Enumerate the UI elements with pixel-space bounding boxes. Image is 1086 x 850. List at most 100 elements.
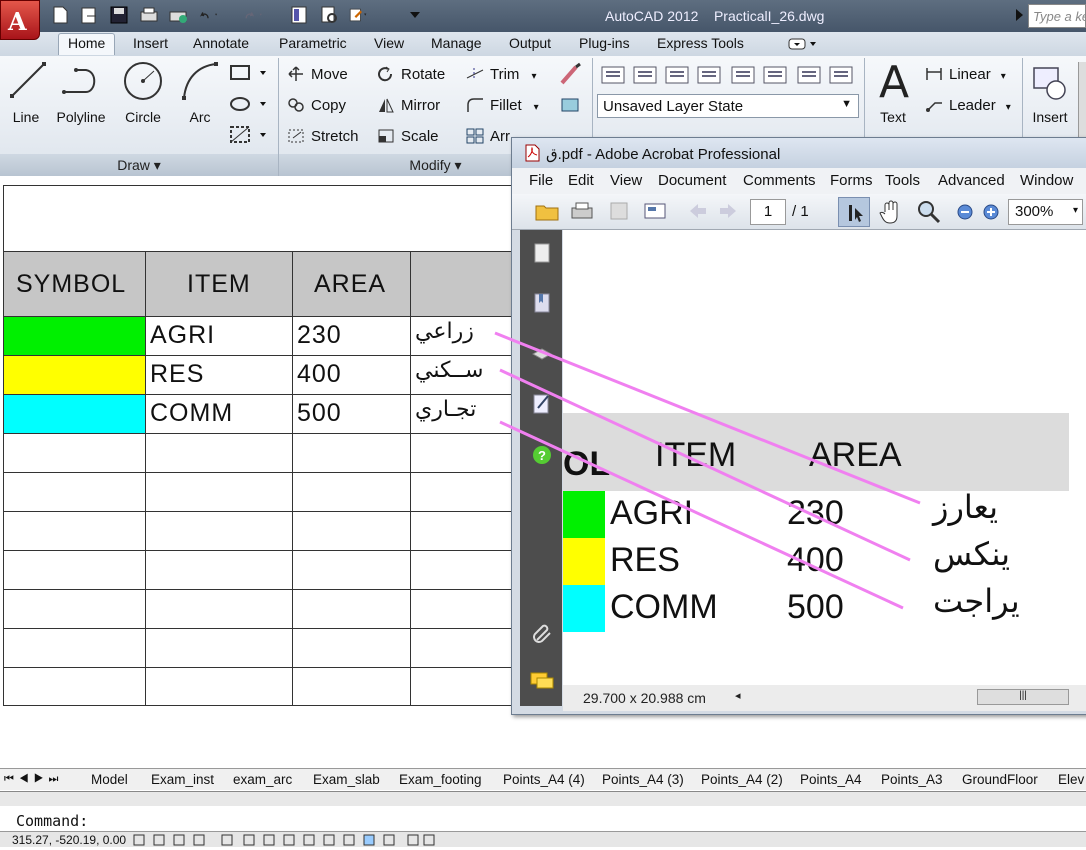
zoom-out-icon[interactable]: [956, 203, 974, 221]
layers-icon[interactable]: [531, 342, 553, 366]
tab-manage[interactable]: Manage: [431, 35, 482, 51]
leader-button[interactable]: Leader ▾: [925, 97, 1011, 114]
menu-forms[interactable]: Forms: [830, 172, 873, 189]
save-icon[interactable]: [608, 200, 630, 222]
mirror-button[interactable]: Mirror: [377, 97, 440, 114]
qat-dropdown-icon[interactable]: [404, 4, 426, 26]
copy-button[interactable]: Copy: [287, 97, 346, 114]
bookmarks-icon[interactable]: [531, 292, 553, 316]
polyline-icon[interactable]: [60, 62, 104, 100]
application-menu-button[interactable]: A: [0, 0, 40, 40]
tab-annotate[interactable]: Annotate: [193, 35, 249, 51]
attachments-icon[interactable]: [531, 620, 553, 646]
tab-parametric[interactable]: Parametric: [279, 35, 347, 51]
undo-icon[interactable]: [197, 4, 231, 26]
trim-button[interactable]: Trim ▾: [466, 66, 536, 83]
layer-state-dropdown[interactable]: Unsaved Layer State ▼: [597, 94, 859, 118]
acrobat-window[interactable]: ق.pdf - Adobe Acrobat Professional File …: [511, 137, 1086, 715]
gradient-icon[interactable]: [228, 124, 268, 146]
arc-icon[interactable]: [180, 60, 220, 102]
layout-tab[interactable]: Points_A4 (2): [701, 772, 783, 787]
draw-panel-footer[interactable]: Draw ▾: [0, 154, 278, 176]
sheet-set-icon[interactable]: [318, 4, 340, 26]
pages-icon[interactable]: [531, 242, 553, 266]
menu-view[interactable]: View: [610, 172, 642, 189]
scroll-left-icon[interactable]: ◂: [735, 689, 741, 702]
pdf-page-view[interactable]: OL ITEM AREA AGRI 230 يعارز RES 400 ينكس…: [563, 230, 1086, 685]
layout-tab[interactable]: Points_A4 (4): [503, 772, 585, 787]
menu-advanced[interactable]: Advanced: [938, 172, 1005, 189]
open-file-icon[interactable]: [78, 4, 100, 26]
drafting-settings-icons[interactable]: [132, 833, 442, 847]
layout-tab[interactable]: Points_A4 (3): [602, 772, 684, 787]
email-icon[interactable]: [642, 200, 668, 222]
markup-icon[interactable]: [348, 4, 378, 26]
zoom-in-icon[interactable]: [982, 203, 1000, 221]
stretch-button[interactable]: Stretch: [287, 128, 359, 145]
circle-button[interactable]: Circle: [118, 109, 168, 125]
page-number-input[interactable]: 1: [750, 199, 786, 225]
move-button[interactable]: Move: [287, 66, 348, 83]
previous-page-icon[interactable]: [688, 202, 708, 220]
redo-icon[interactable]: [243, 4, 277, 26]
zoom-level-select[interactable]: 300% ▾: [1008, 199, 1083, 225]
menu-tools[interactable]: Tools: [885, 172, 920, 189]
circle-icon[interactable]: [122, 60, 164, 102]
help-icon[interactable]: ?: [531, 444, 553, 466]
menu-edit[interactable]: Edit: [568, 172, 594, 189]
layout-tab[interactable]: exam_arc: [233, 772, 292, 787]
tab-plug-ins[interactable]: Plug-ins: [579, 35, 630, 51]
select-tool-icon[interactable]: [838, 197, 870, 227]
tab-view[interactable]: View: [374, 35, 404, 51]
coordinates-readout[interactable]: 315.27, -520.19, 0.00: [12, 833, 126, 847]
layout-tab[interactable]: Exam_footing: [399, 772, 482, 787]
insert-block-icon[interactable]: [1030, 62, 1070, 102]
hatch-icon[interactable]: [228, 93, 268, 115]
layout-nav-arrows-icon[interactable]: ⏮◀▶⏭: [4, 773, 63, 786]
hand-tool-icon[interactable]: [878, 198, 904, 226]
rectangle-icon[interactable]: [228, 62, 268, 84]
open-folder-icon[interactable]: [534, 200, 560, 222]
fillet-button[interactable]: Fillet ▾: [466, 97, 539, 114]
menu-file[interactable]: File: [529, 172, 553, 189]
text-button[interactable]: Text: [872, 109, 914, 125]
menu-document[interactable]: Document: [658, 172, 726, 189]
tab-home[interactable]: Home: [58, 33, 116, 55]
ribbon-minimize-icon[interactable]: [788, 37, 818, 51]
next-page-icon[interactable]: [718, 202, 738, 220]
polyline-button[interactable]: Polyline: [52, 109, 110, 125]
array-button[interactable]: Arr: [466, 128, 510, 145]
scale-button[interactable]: Scale: [377, 128, 439, 145]
arc-button[interactable]: Arc: [184, 109, 216, 125]
print-icon[interactable]: [138, 4, 160, 26]
insert-button[interactable]: Insert: [1028, 109, 1072, 125]
print-icon[interactable]: [570, 200, 594, 222]
layout-tab[interactable]: Elev: [1058, 772, 1084, 787]
save-icon[interactable]: [108, 4, 130, 26]
comments-icon[interactable]: [529, 670, 555, 692]
properties-icon[interactable]: [288, 4, 310, 26]
match-properties-icon[interactable]: [558, 61, 584, 87]
acrobat-title-bar[interactable]: ق.pdf - Adobe Acrobat Professional: [512, 138, 1086, 168]
line-icon[interactable]: [8, 60, 48, 100]
signatures-icon[interactable]: [531, 392, 553, 416]
menu-window[interactable]: Window: [1020, 172, 1073, 189]
zoom-tool-icon[interactable]: [916, 199, 942, 225]
tab-output[interactable]: Output: [509, 35, 551, 51]
tab-express-tools[interactable]: Express Tools: [657, 35, 744, 51]
layout-tab-model[interactable]: Model: [91, 772, 128, 787]
horizontal-scrollbar[interactable]: |||: [977, 689, 1069, 705]
new-file-icon[interactable]: [49, 4, 71, 26]
plot-icon[interactable]: [167, 4, 189, 26]
tab-insert[interactable]: Insert: [133, 35, 168, 51]
search-input[interactable]: Type a ke: [1028, 4, 1086, 28]
line-button[interactable]: Line: [8, 109, 44, 125]
rotate-button[interactable]: Rotate: [377, 66, 445, 83]
search-expand-icon[interactable]: [1014, 8, 1024, 22]
layout-tab[interactable]: Points_A4: [800, 772, 862, 787]
text-icon[interactable]: A: [874, 60, 914, 110]
layout-tab[interactable]: Exam_inst: [151, 772, 214, 787]
linear-dimension-button[interactable]: Linear ▾: [925, 66, 1006, 83]
layout-tab[interactable]: Exam_slab: [313, 772, 380, 787]
layout-tab[interactable]: GroundFloor: [962, 772, 1038, 787]
